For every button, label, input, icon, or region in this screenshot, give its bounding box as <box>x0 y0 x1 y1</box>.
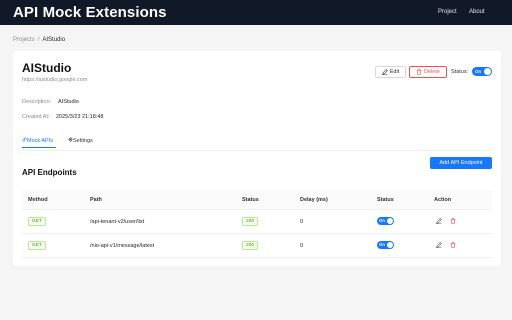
column-header-action: Action <box>434 197 452 203</box>
active-tab-indicator <box>22 147 56 148</box>
created-label: Created At: <box>22 114 50 120</box>
tabs-divider <box>22 150 492 151</box>
edit-icon[interactable] <box>434 216 444 226</box>
section-title: API Endpoints <box>22 168 77 177</box>
breadcrumb: Projects / AIStudio <box>13 37 65 43</box>
method-badge: GET <box>28 217 46 226</box>
description-value: AIStudio <box>58 99 79 105</box>
nav-about-link[interactable]: About <box>469 9 485 15</box>
delay-value: 0 <box>300 219 304 225</box>
endpoint-path: /nio-api-v1/message/latest <box>90 243 155 249</box>
edit-icon[interactable] <box>434 240 444 250</box>
method-badge: GET <box>28 241 46 250</box>
toggle-label: On <box>379 242 385 247</box>
breadcrumb-separator: / <box>37 37 40 43</box>
column-header-path: Path <box>90 197 102 203</box>
delete-button[interactable]: Delete <box>409 66 447 78</box>
status-code-badge: 200 <box>242 217 259 226</box>
created-value: 2025/3/23 21:18:48 <box>56 114 104 120</box>
endpoints-table: Method Path Status Delay (ms) Status Act… <box>22 190 492 258</box>
toggle-knob <box>387 218 393 224</box>
tab-settings[interactable]: Settings <box>68 137 93 144</box>
trash-icon[interactable] <box>448 240 458 250</box>
column-header-status: Status <box>377 197 394 203</box>
add-api-endpoint-button[interactable]: Add API Endpoint <box>430 157 492 169</box>
table-row: GET /nio-api-v1/message/latest 200 0 On <box>22 234 492 258</box>
tab-mock-apis[interactable]: Mock APIs <box>22 137 53 144</box>
status-code-badge: 200 <box>242 241 259 250</box>
delete-button-label: Delete <box>424 69 440 75</box>
endpoint-status-toggle[interactable]: On <box>377 217 394 225</box>
toggle-knob <box>484 68 491 75</box>
edit-icon <box>381 69 388 75</box>
description-label: Description: <box>22 99 52 105</box>
endpoint-path: /api-tenant-v2/user/list <box>90 219 145 225</box>
toggle-label: On <box>475 68 482 74</box>
project-url: https://aistudio.google.com <box>22 77 88 83</box>
trash-icon <box>416 69 422 75</box>
column-header-method: Method <box>28 197 48 203</box>
edit-button-label: Edit <box>389 69 400 75</box>
delay-value: 0 <box>300 243 304 249</box>
top-bar: API Mock Extensions Project About <box>0 0 512 25</box>
tab-settings-label: Settings <box>73 138 93 144</box>
project-title: AIStudio <box>22 61 72 75</box>
column-header-delay: Delay (ms) <box>300 197 328 203</box>
trash-icon[interactable] <box>448 216 458 226</box>
breadcrumb-projects[interactable]: Projects <box>13 37 35 43</box>
tab-mock-apis-label: Mock APIs <box>27 138 53 144</box>
endpoint-status-toggle[interactable]: On <box>377 241 394 249</box>
breadcrumb-current: AIStudio <box>42 37 66 43</box>
project-card: AIStudio https://aistudio.google.com Edi… <box>13 51 501 266</box>
app-title: API Mock Extensions <box>13 4 167 21</box>
project-status-toggle[interactable]: On <box>472 67 492 76</box>
toggle-knob <box>387 242 393 248</box>
toggle-label: On <box>379 218 385 223</box>
table-row: GET /api-tenant-v2/user/list 200 0 On <box>22 210 492 234</box>
table-header: Method Path Status Delay (ms) Status Act… <box>22 190 492 210</box>
edit-button[interactable]: Edit <box>375 66 406 78</box>
nav-project-link[interactable]: Project <box>438 9 457 15</box>
column-header-status-code: Status <box>242 197 259 203</box>
status-label: Status: <box>451 69 469 75</box>
